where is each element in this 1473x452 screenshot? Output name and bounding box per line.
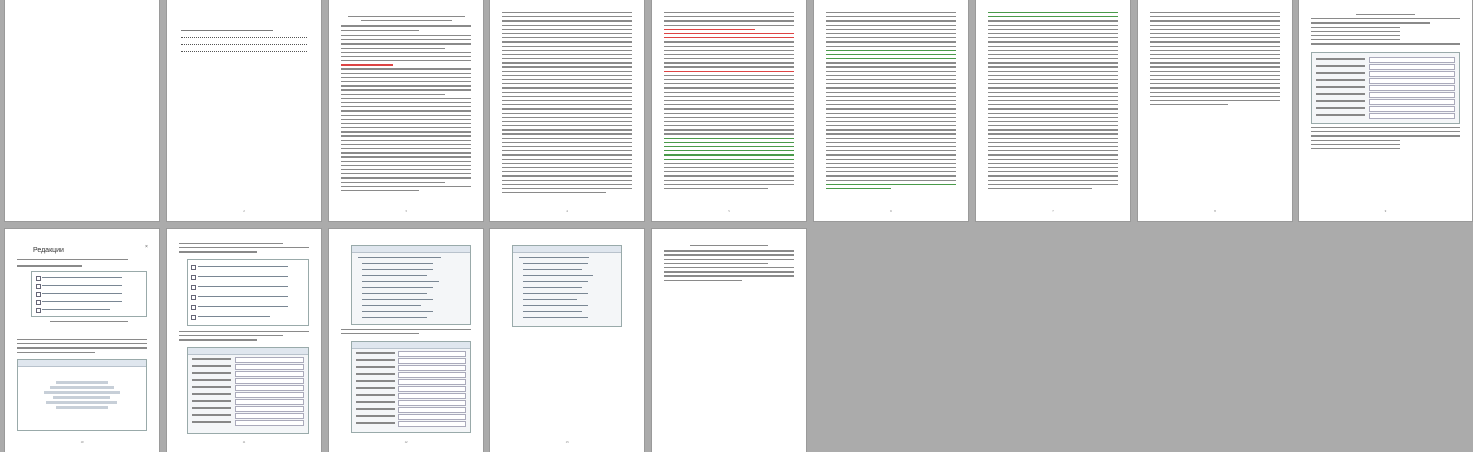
body-text <box>1311 14 1460 48</box>
page-2[interactable]: 2 <box>167 0 321 221</box>
page-number: 10 <box>80 440 84 444</box>
list-item[interactable] <box>191 275 196 280</box>
page-7[interactable]: 7 <box>976 0 1130 221</box>
page-number: 6 <box>890 209 892 213</box>
checkbox[interactable] <box>36 308 41 313</box>
page-12[interactable]: 12 <box>329 229 483 452</box>
toc-entry[interactable] <box>181 51 307 52</box>
page-14[interactable] <box>652 229 806 452</box>
body-text <box>179 243 309 256</box>
body-text <box>988 12 1118 192</box>
body-text <box>179 331 309 344</box>
checkbox[interactable] <box>36 284 41 289</box>
list-item[interactable] <box>191 265 196 270</box>
page-number: 8 <box>1214 209 1216 213</box>
page-11[interactable]: 11 <box>167 229 321 452</box>
checkbox[interactable] <box>36 300 41 305</box>
page-number: 9 <box>1384 209 1387 213</box>
body-text <box>664 245 794 284</box>
body-text <box>1311 127 1460 152</box>
page-number: 3 <box>405 209 407 213</box>
tree-screenshot[interactable] <box>512 245 622 327</box>
page-9[interactable]: 9 <box>1299 0 1472 221</box>
page-4[interactable]: 4 <box>490 0 644 221</box>
body-text <box>826 12 956 192</box>
tree-screenshot[interactable] <box>351 245 471 325</box>
form-screenshot <box>187 347 309 434</box>
body-text <box>341 16 471 194</box>
page-10[interactable]: Редакции × 10 <box>5 229 159 452</box>
body-text <box>664 12 794 192</box>
body-text <box>1150 12 1280 108</box>
form-screenshot <box>351 341 471 433</box>
page-8[interactable]: 8 <box>1138 0 1292 221</box>
list-item[interactable] <box>191 285 196 290</box>
form-screenshot <box>1311 52 1460 124</box>
page-number: 2 <box>243 209 245 213</box>
list-item[interactable] <box>191 315 196 320</box>
page-number: 13 <box>565 440 569 444</box>
page-5[interactable]: 5 <box>652 0 806 221</box>
toc-entry[interactable] <box>181 37 307 38</box>
page-3[interactable]: 3 <box>329 0 483 221</box>
page-number: 7 <box>1052 209 1054 213</box>
body-text <box>17 339 147 356</box>
redakcii-list[interactable] <box>31 271 147 317</box>
list-screenshot[interactable] <box>187 259 309 326</box>
list-item[interactable] <box>191 295 196 300</box>
window-footer <box>17 321 147 325</box>
checkbox[interactable] <box>36 276 41 281</box>
page-6[interactable]: 6 <box>814 0 968 221</box>
toc-entry[interactable] <box>181 44 307 45</box>
page-number: 12 <box>404 440 408 444</box>
body-text <box>502 12 632 196</box>
page-1[interactable] <box>5 0 159 221</box>
toc-entry[interactable] <box>181 30 274 32</box>
page-number: 5 <box>728 209 730 213</box>
page-number: 4 <box>566 209 568 213</box>
page-number: 11 <box>242 440 246 444</box>
body-text <box>341 329 471 337</box>
redakcii-title: Редакции <box>33 247 64 254</box>
close-icon[interactable]: × <box>145 244 148 250</box>
window-text <box>17 259 147 269</box>
document-preview <box>17 359 147 431</box>
page-13[interactable]: 13 <box>490 229 644 452</box>
checkbox[interactable] <box>36 292 41 297</box>
list-item[interactable] <box>191 305 196 310</box>
